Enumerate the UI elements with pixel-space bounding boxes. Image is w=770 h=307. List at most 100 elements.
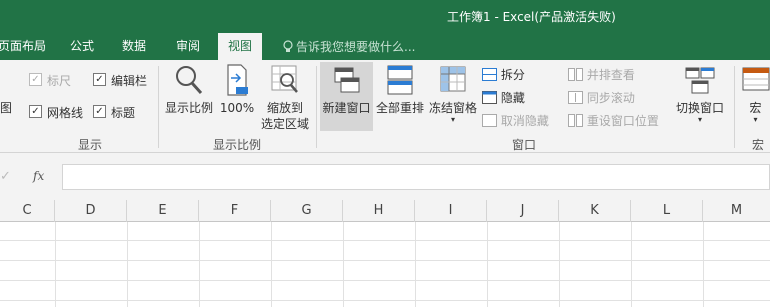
tab-data[interactable]: 数据 (122, 37, 146, 54)
cell-grid[interactable] (0, 222, 770, 307)
hide-window-icon (482, 91, 497, 104)
arrange-all-icon (387, 65, 413, 95)
reset-position-label: 重设窗口位置 (586, 114, 659, 128)
reset-position-icon (568, 114, 583, 127)
column-header-row: C D E F G H I J K L M (0, 200, 770, 222)
macros-label: 宏 (749, 101, 762, 115)
split-button[interactable]: 拆分 (482, 66, 525, 83)
ruler-label: 标尺 (47, 74, 72, 88)
zoom-button[interactable]: 显示比例 (165, 64, 213, 116)
column-gridline (343, 222, 344, 307)
column-gridline (487, 222, 488, 307)
group-divider (158, 66, 159, 148)
hide-label: 隐藏 (500, 91, 525, 105)
column-gridline (631, 222, 632, 307)
hide-button[interactable]: 隐藏 (482, 89, 525, 106)
window-group-label: 窗口 (512, 138, 537, 152)
lightbulb-icon (283, 40, 293, 52)
row-gridline (0, 280, 770, 281)
unhide-button[interactable]: 取消隐藏 (482, 112, 549, 129)
tab-page-layout[interactable]: 页面布局 (0, 37, 46, 54)
arrange-all-label: 全部重排 (375, 101, 424, 115)
zoom-selection-label-1: 缩放到 (266, 101, 303, 115)
unhide-window-icon (482, 114, 497, 127)
ribbon: 图 ✓ 标尺 ✓ 编辑栏 ✓ 网格线 ✓ 标题 显示 显示比例 100% 缩放到 (0, 60, 770, 153)
tell-me-box[interactable]: 告诉我您想要做什么... (283, 38, 415, 55)
switch-windows-label: 切换窗口 (675, 101, 724, 115)
formula-bar-checkbox[interactable]: ✓ (93, 73, 106, 86)
zoom-group-label: 显示比例 (213, 138, 262, 152)
column-gridline (271, 222, 272, 307)
zoom-100-label: 100% (219, 101, 255, 115)
zoom-label: 显示比例 (165, 101, 214, 115)
fx-icon[interactable]: fx (33, 169, 44, 183)
show-group-label: 显示 (78, 138, 103, 152)
macros-group-label: 宏 (752, 138, 765, 152)
column-header[interactable]: G (271, 200, 343, 222)
column-header[interactable]: E (127, 200, 199, 222)
row-gridline (0, 300, 770, 301)
gridlines-checkbox[interactable]: ✓ (29, 105, 42, 118)
column-header[interactable]: L (631, 200, 703, 222)
freeze-panes-icon (440, 66, 466, 92)
formula-input[interactable] (62, 164, 770, 190)
column-header[interactable]: M (703, 200, 770, 222)
zoom-selection-button[interactable]: 缩放到 选定区域 (259, 64, 311, 132)
unhide-label: 取消隐藏 (500, 114, 549, 128)
row-gridline (0, 260, 770, 261)
side-by-side-label: 并排查看 (586, 68, 635, 82)
column-gridline (199, 222, 200, 307)
column-gridline (415, 222, 416, 307)
column-header[interactable]: K (559, 200, 631, 222)
freeze-panes-button[interactable]: 冻结窗格 ▾ (427, 64, 479, 124)
column-gridline (55, 222, 56, 307)
new-window-label: 新建窗口 (322, 101, 371, 115)
column-header[interactable]: J (487, 200, 559, 222)
headings-checkbox[interactable]: ✓ (93, 105, 106, 118)
split-icon (482, 68, 497, 81)
window-title: 工作簿1 - Excel(产品激活失败) (447, 10, 616, 24)
macros-button[interactable]: 宏 ▾ (741, 64, 770, 124)
tab-formulas[interactable]: 公式 (70, 37, 94, 54)
sync-scroll-button[interactable]: 同步滚动 (568, 89, 635, 106)
view-cut-label[interactable]: 图 (0, 99, 12, 116)
column-header[interactable]: H (343, 200, 415, 222)
column-header[interactable]: F (199, 200, 271, 222)
chevron-down-icon: ▾ (753, 115, 758, 124)
group-divider (734, 66, 735, 148)
sync-scroll-icon (568, 91, 583, 104)
arrange-all-button[interactable]: 全部重排 (375, 64, 425, 116)
ribbon-tabs: 页面布局 公式 数据 审阅 视图 告诉我您想要做什么... (0, 33, 770, 60)
zoom-selection-icon (271, 65, 298, 93)
column-header[interactable]: I (415, 200, 487, 222)
side-by-side-button[interactable]: 并排查看 (568, 66, 635, 83)
row-gridline (0, 240, 770, 241)
column-header[interactable]: C (0, 200, 55, 222)
reset-position-button[interactable]: 重设窗口位置 (568, 112, 659, 129)
tell-me-text: 告诉我您想要做什么... (296, 40, 416, 54)
new-window-button[interactable]: 新建窗口 (320, 62, 373, 131)
title-bar: 工作簿1 - Excel(产品激活失败) (0, 0, 770, 33)
column-gridline (559, 222, 560, 307)
tab-review[interactable]: 审阅 (176, 37, 200, 54)
switch-windows-icon (685, 67, 715, 94)
enter-check-icon[interactable]: ✓ (0, 169, 11, 184)
column-gridline (127, 222, 128, 307)
zoom-100-button[interactable]: 100% (219, 64, 255, 116)
macros-icon (742, 67, 770, 91)
formula-bar: ✓ fx (0, 153, 770, 200)
sync-scroll-label: 同步滚动 (586, 91, 635, 105)
freeze-panes-label: 冻结窗格 (428, 101, 477, 115)
column-header[interactable]: D (55, 200, 127, 222)
new-window-icon (334, 67, 359, 93)
tab-view[interactable]: 视图 (218, 33, 263, 60)
magnifier-icon (176, 66, 203, 95)
zoom-selection-label-2: 选定区域 (260, 117, 309, 131)
ruler-checkbox[interactable]: ✓ (29, 73, 42, 86)
column-gridline (703, 222, 704, 307)
group-divider (316, 66, 317, 148)
chevron-down-icon: ▾ (697, 115, 702, 124)
split-label: 拆分 (500, 68, 525, 82)
zoom-100-icon (227, 64, 248, 96)
switch-windows-button[interactable]: 切换窗口 ▾ (672, 64, 728, 124)
